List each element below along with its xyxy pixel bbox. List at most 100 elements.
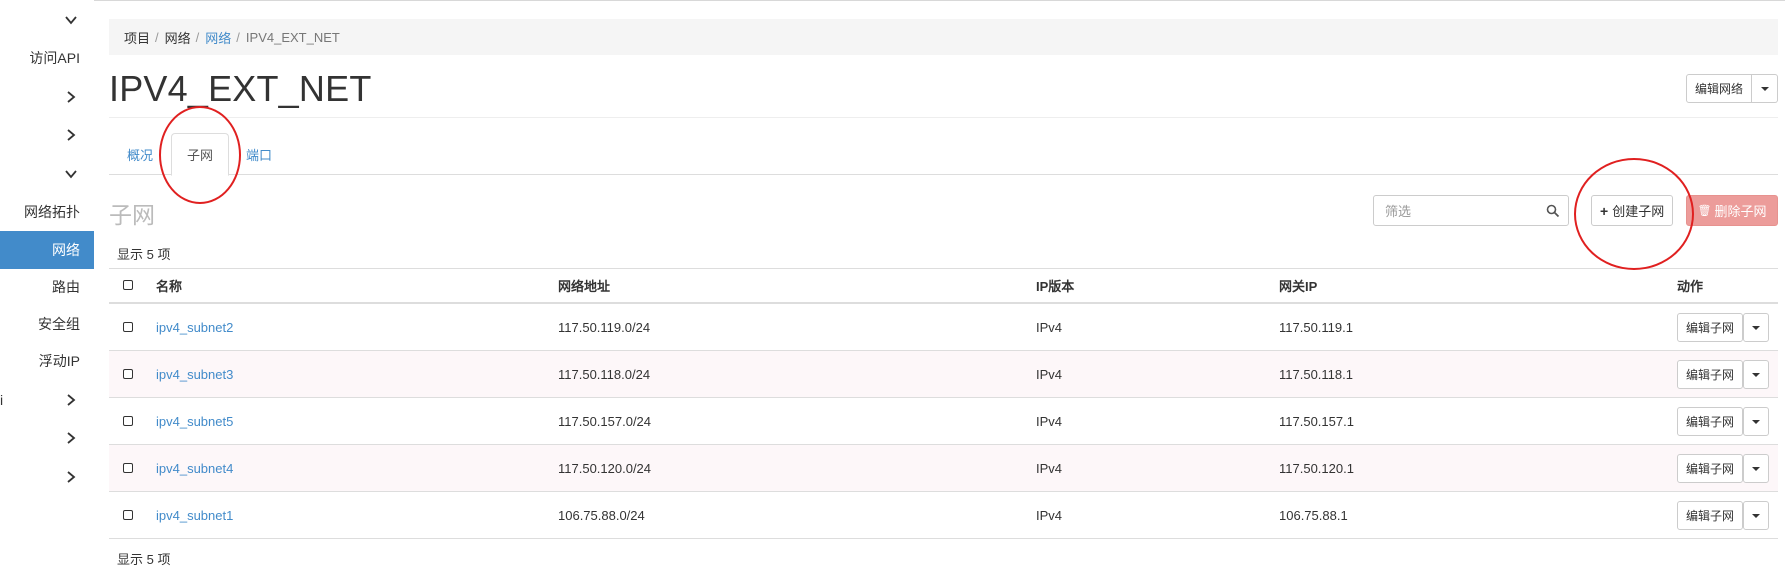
chevron-right-icon[interactable]: [58, 122, 84, 148]
edit-network-dropdown-toggle[interactable]: [1752, 74, 1779, 103]
tab-bar: 概况 子网 端口: [109, 133, 1778, 176]
breadcrumb-separator: /: [236, 29, 240, 45]
row-action-group: 编辑子网: [1677, 501, 1770, 530]
section-title: 子网: [109, 202, 155, 228]
table-header-row: 名称 网络地址 IP版本 网关IP 动作: [109, 268, 1778, 304]
edit-subnet-button[interactable]: 编辑子网: [1677, 501, 1744, 530]
sidebar: 访问API 网络拓扑 网络 路由 安全组 浮动IP i: [0, 0, 94, 567]
row-checkbox[interactable]: [123, 367, 133, 382]
row-action-group: 编辑子网: [1677, 407, 1770, 436]
sidebar-item-security-groups[interactable]: 安全组: [0, 305, 94, 343]
filter-placeholder: 筛选: [1385, 204, 1412, 219]
row-actions-dropdown-toggle[interactable]: [1743, 454, 1770, 483]
sidebar-item-floating-ips[interactable]: 浮动IP: [0, 342, 94, 380]
edit-subnet-button[interactable]: 编辑子网: [1677, 407, 1744, 436]
table-row: ipv4_subnet1 106.75.88.0/24 IPv4 106.75.…: [109, 492, 1778, 539]
ip-version-cell: IPv4: [1036, 507, 1063, 523]
edit-network-button[interactable]: 编辑网络: [1686, 74, 1753, 103]
sidebar-item-label: 网络: [52, 242, 80, 258]
page-title: IPV4_EXT_NET: [109, 68, 372, 109]
column-header-actions: 动作: [1677, 279, 1704, 294]
network-address-cell: 117.50.118.0/24: [558, 366, 651, 382]
network-address-cell: 117.50.120.0/24: [558, 460, 652, 476]
chevron-down-icon[interactable]: [58, 7, 84, 33]
breadcrumb-project[interactable]: 项目: [124, 28, 150, 47]
filter-input[interactable]: 筛选: [1373, 195, 1569, 226]
delete-subnets-label: 删除子网: [1714, 204, 1767, 219]
caret-down-icon: [1752, 325, 1761, 330]
breadcrumb-current: IPV4_EXT_NET: [245, 29, 340, 45]
column-header-ip-version[interactable]: IP版本: [1036, 276, 1074, 295]
annotation-circle-create-subnet: [1574, 158, 1694, 270]
breadcrumb-network-section[interactable]: 网络: [165, 28, 191, 47]
subnets-table: 名称 网络地址 IP版本 网关IP 动作 ipv4_subnet2 117.50…: [109, 268, 1778, 539]
ip-version-cell: IPv4: [1036, 319, 1063, 335]
delete-subnets-button[interactable]: 🗑 删除子网: [1686, 195, 1778, 226]
row-action-group: 编辑子网: [1677, 454, 1770, 483]
item-count-top: 显示 5 项: [117, 247, 171, 262]
sidebar-item-network-topology[interactable]: 网络拓扑: [0, 193, 94, 231]
row-checkbox[interactable]: [123, 414, 133, 429]
sidebar-item-label: 访问API: [29, 50, 80, 66]
ip-version-cell: IPv4: [1036, 366, 1063, 382]
chevron-right-icon[interactable]: [58, 464, 84, 490]
column-header-network-address[interactable]: 网络地址: [558, 276, 610, 295]
sidebar-item-api-access[interactable]: 访问API: [0, 39, 94, 77]
gateway-ip-cell: 117.50.119.1: [1279, 319, 1353, 335]
sidebar-item-label: 浮动IP: [38, 353, 80, 369]
trash-icon: 🗑: [1697, 205, 1712, 217]
row-checkbox[interactable]: [123, 320, 133, 335]
caret-down-icon: [1760, 86, 1769, 91]
column-header-gateway-ip[interactable]: 网关IP: [1279, 276, 1317, 295]
subnet-name-link[interactable]: ipv4_subnet5: [156, 414, 233, 429]
network-address-cell: 117.50.119.0/24: [558, 319, 651, 335]
breadcrumb-separator: /: [155, 29, 159, 45]
table-row: ipv4_subnet5 117.50.157.0/24 IPv4 117.50…: [109, 398, 1778, 445]
subnet-name-link[interactable]: ipv4_subnet1: [156, 508, 233, 523]
title-divider: [109, 117, 1778, 118]
breadcrumb-networks-link[interactable]: 网络: [205, 28, 231, 47]
sidebar-item-networks[interactable]: 网络: [0, 231, 94, 269]
network-address-cell: 117.50.157.0/24: [558, 413, 652, 429]
edit-subnet-button[interactable]: 编辑子网: [1677, 360, 1744, 389]
ip-version-cell: IPv4: [1036, 413, 1063, 429]
caret-down-icon: [1752, 513, 1761, 518]
subnet-name-link[interactable]: ipv4_subnet4: [156, 461, 233, 476]
column-header-name[interactable]: 名称: [156, 276, 182, 295]
subnet-name-link[interactable]: ipv4_subnet3: [156, 367, 233, 382]
annotation-circle-subnets-tab: [159, 106, 241, 204]
row-actions-dropdown-toggle[interactable]: [1743, 360, 1770, 389]
sidebar-item-routers[interactable]: 路由: [0, 268, 94, 306]
caret-down-icon: [1752, 419, 1761, 424]
chevron-right-icon[interactable]: [58, 84, 84, 110]
table-row: ipv4_subnet3 117.50.118.0/24 IPv4 117.50…: [109, 351, 1778, 398]
edit-subnet-button[interactable]: 编辑子网: [1677, 454, 1744, 483]
row-checkbox[interactable]: [123, 508, 133, 523]
gateway-ip-cell: 117.50.120.1: [1279, 460, 1354, 476]
select-all-checkbox[interactable]: [123, 278, 133, 293]
row-actions-dropdown-toggle[interactable]: [1743, 313, 1770, 342]
row-actions-dropdown-toggle[interactable]: [1743, 501, 1770, 530]
subnet-name-link[interactable]: ipv4_subnet2: [156, 320, 233, 335]
search-icon[interactable]: [1546, 204, 1560, 218]
sidebar-item-label: 网络拓扑: [24, 204, 80, 220]
sidebar-item-label: 路由: [52, 279, 80, 295]
gateway-ip-cell: 106.75.88.1: [1279, 507, 1348, 523]
network-address-cell: 106.75.88.0/24: [558, 507, 645, 523]
chevron-right-icon[interactable]: [58, 425, 84, 451]
item-count-bottom: 显示 5 项: [117, 552, 171, 567]
chevron-right-icon[interactable]: [58, 387, 84, 413]
row-action-group: 编辑子网: [1677, 360, 1770, 389]
chevron-down-icon[interactable]: [58, 161, 84, 187]
breadcrumb-separator: /: [195, 29, 200, 45]
breadcrumb: 项目 / 网络 / 网络 / IPV4_EXT_NET: [109, 19, 1778, 55]
gateway-ip-cell: 117.50.118.1: [1279, 366, 1353, 382]
table-row: ipv4_subnet2 117.50.119.0/24 IPv4 117.50…: [109, 304, 1778, 351]
row-checkbox[interactable]: [123, 461, 133, 476]
edit-subnet-button[interactable]: 编辑子网: [1677, 313, 1744, 342]
top-border: [0, 0, 1785, 1]
row-actions-dropdown-toggle[interactable]: [1743, 407, 1770, 436]
caret-down-icon: [1752, 466, 1761, 471]
ip-version-cell: IPv4: [1036, 460, 1063, 476]
sidebar-partial-label: i: [0, 392, 4, 408]
